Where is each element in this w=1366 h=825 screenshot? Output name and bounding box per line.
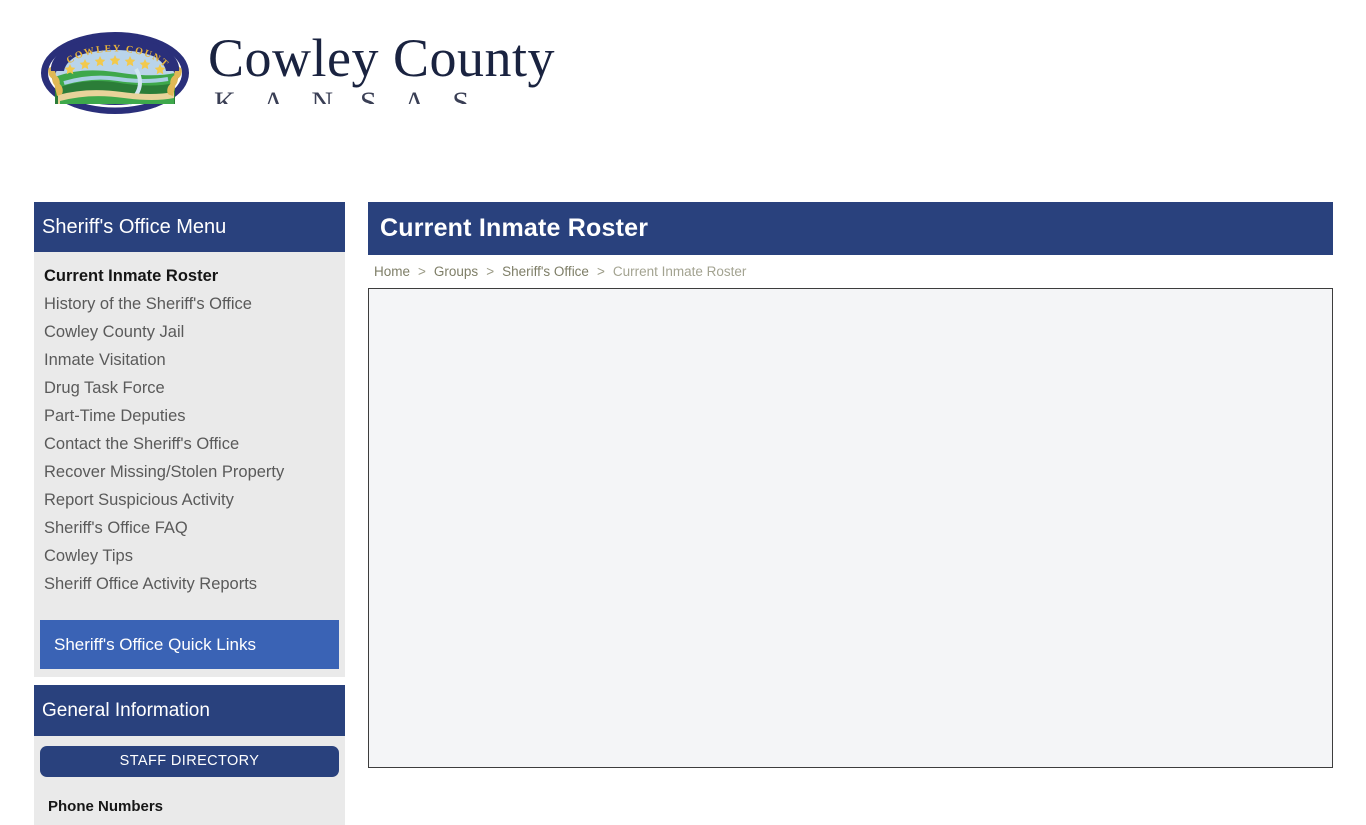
sidebar-item-sheriff-office-activity-reports[interactable]: Sheriff Office Activity Reports: [34, 570, 345, 598]
sidebar-item-sheriffs-office-faq[interactable]: Sheriff's Office FAQ: [34, 514, 345, 542]
breadcrumb-separator: >: [486, 264, 495, 279]
breadcrumb-item-current-inmate-roster: Current Inmate Roster: [612, 264, 747, 279]
inmate-roster-content-frame[interactable]: [368, 288, 1333, 768]
general-information-heading: General Information: [34, 685, 345, 736]
phone-numbers-label: Phone Numbers: [48, 798, 164, 815]
breadcrumb-separator: >: [596, 264, 605, 279]
quick-links-container: Sheriff's Office Quick Links: [34, 612, 345, 677]
main-content: Current Inmate Roster Home > Groups > Sh…: [368, 202, 1333, 768]
sidebar-item-current-inmate-roster[interactable]: Current Inmate Roster: [34, 262, 345, 290]
sidebar: Sheriff's Office Menu Current Inmate Ros…: [34, 202, 345, 825]
breadcrumb-item-groups[interactable]: Groups: [434, 264, 478, 279]
sidebar-item-history-of-the-sheriffs-office[interactable]: History of the Sheriff's Office: [34, 290, 345, 318]
sidebar-menu-heading: Sheriff's Office Menu: [34, 202, 345, 252]
county-seal-icon: COWLEY COUNTY: [40, 31, 189, 114]
breadcrumb-item-home[interactable]: Home: [374, 264, 410, 279]
sidebar-item-cowley-county-jail[interactable]: Cowley County Jail: [34, 318, 345, 346]
quick-links-button[interactable]: Sheriff's Office Quick Links: [40, 620, 339, 669]
sidebar-item-part-time-deputies[interactable]: Part-Time Deputies: [34, 402, 345, 430]
page-title-bar: Current Inmate Roster: [368, 202, 1333, 255]
sidebar-item-contact-the-sheriffs-office[interactable]: Contact the Sheriff's Office: [34, 430, 345, 458]
sidebar-item-recover-missing-stolen-property[interactable]: Recover Missing/Stolen Property: [34, 458, 345, 486]
site-title: Cowley County: [208, 28, 556, 88]
sidebar-menu-list: Current Inmate Roster History of the She…: [34, 252, 345, 612]
staff-directory-button[interactable]: STAFF DIRECTORY: [40, 746, 339, 777]
county-seal-logo: COWLEY COUNTY: [40, 31, 190, 115]
breadcrumb-separator: >: [418, 264, 426, 279]
general-information-body: STAFF DIRECTORY Phone Numbers: [34, 736, 345, 825]
site-header: COWLEY COUNTY Cowley County KANSAS: [0, 0, 1366, 200]
brand-text-block: Cowley County KANSAS: [208, 27, 555, 104]
breadcrumb: Home > Groups > Sheriff's Office > Curre…: [368, 255, 1333, 288]
site-subtitle: KANSAS: [214, 87, 497, 104]
site-brand[interactable]: COWLEY COUNTY Cowley County KANSAS: [40, 28, 555, 115]
sidebar-item-cowley-tips[interactable]: Cowley Tips: [34, 542, 345, 570]
page-title: Current Inmate Roster: [380, 214, 649, 242]
site-subtitle-clip: KANSAS: [214, 87, 555, 104]
sidebar-item-report-suspicious-activity[interactable]: Report Suspicious Activity: [34, 486, 345, 514]
sidebar-item-drug-task-force[interactable]: Drug Task Force: [34, 374, 345, 402]
sidebar-item-inmate-visitation[interactable]: Inmate Visitation: [34, 346, 345, 374]
breadcrumb-item-sheriffs-office[interactable]: Sheriff's Office: [502, 264, 589, 279]
